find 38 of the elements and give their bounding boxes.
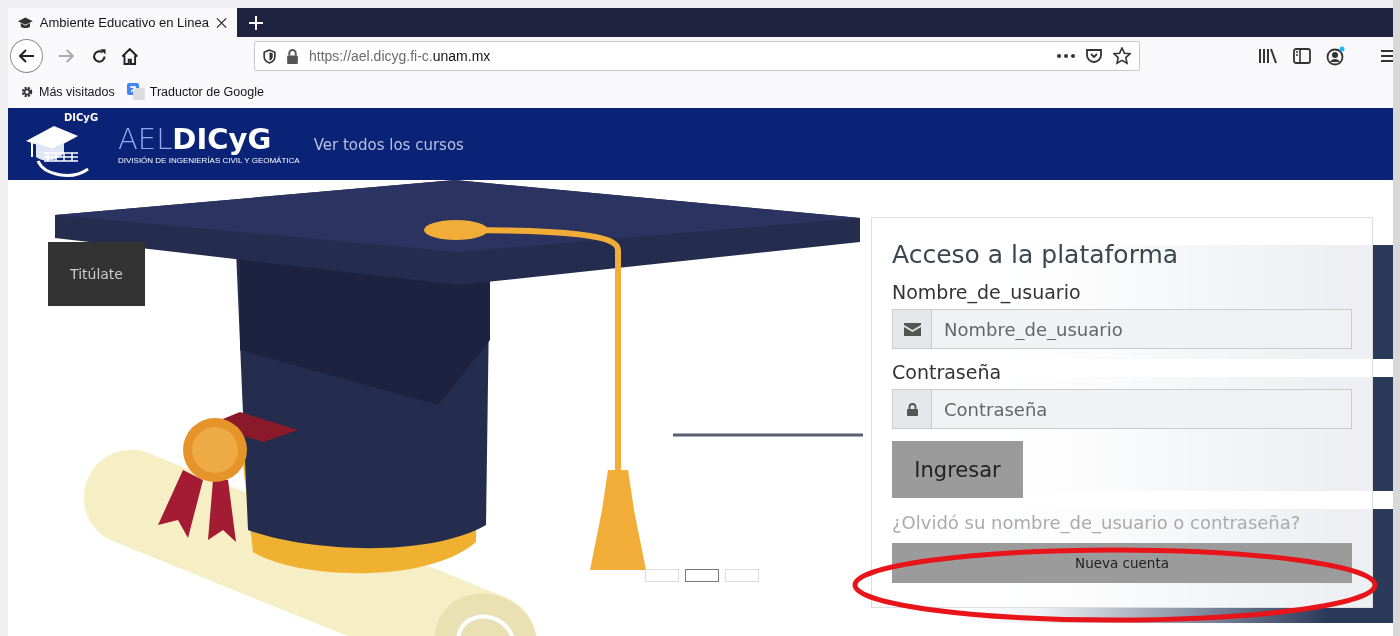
more-icon[interactable] — [1057, 54, 1075, 58]
new-tab-icon[interactable] — [249, 15, 263, 30]
url-text: https://ael.dicyg.fi-c.unam.mx — [309, 48, 492, 64]
slide-caption: Titúlate — [48, 242, 145, 306]
nav-link[interactable]: Ver todos los cursos — [313, 136, 464, 154]
reload-icon[interactable] — [90, 47, 108, 65]
pocket-icon[interactable] — [1085, 48, 1103, 64]
bookmark-link[interactable]: Traductor de Google — [149, 84, 264, 99]
home-icon[interactable] — [121, 47, 139, 65]
shield-icon[interactable] — [263, 48, 276, 64]
account-icon[interactable] — [1326, 46, 1346, 66]
lock-icon — [286, 48, 299, 64]
password-label: Contraseña — [892, 361, 1003, 383]
back-button[interactable] — [10, 39, 44, 73]
gear-icon — [20, 84, 34, 99]
lock-icon — [906, 402, 918, 416]
logo-badge-text: DICyG — [64, 112, 99, 123]
star-icon[interactable] — [1113, 47, 1131, 65]
graduation-cap-icon — [18, 15, 33, 30]
username-field[interactable]: Nombre_de_usuario — [932, 309, 1352, 349]
password-field[interactable]: Contraseña — [932, 389, 1352, 429]
back-icon — [18, 49, 35, 63]
login-button[interactable]: Ingresar — [892, 441, 1023, 498]
slide-indicator[interactable] — [685, 569, 719, 582]
translate-icon — [126, 83, 145, 100]
username-label: Nombre_de_usuario — [892, 281, 1082, 303]
bookmark-link[interactable]: Más visitados — [39, 84, 115, 99]
brand-title: AELDICyG — [118, 123, 273, 154]
brand-subtitle: DIVISIÓN DE INGENIERÍAS CIVIL Y GEOMÁTICA — [118, 155, 300, 165]
library-icon[interactable] — [1258, 48, 1278, 64]
envelope-icon — [903, 322, 921, 336]
browser-tab[interactable]: Ambiente Educativo en Linea — [8, 8, 237, 37]
login-title: Acceso a la plataforma — [892, 240, 1180, 269]
sidebar-icon[interactable] — [1293, 48, 1311, 64]
tab-title: Ambiente Educativo en Linea — [39, 15, 209, 30]
close-icon[interactable] — [215, 16, 227, 29]
menu-icon[interactable] — [1381, 49, 1393, 63]
address-bar[interactable]: https://ael.dicyg.fi-c.unam.mx — [254, 41, 1140, 71]
